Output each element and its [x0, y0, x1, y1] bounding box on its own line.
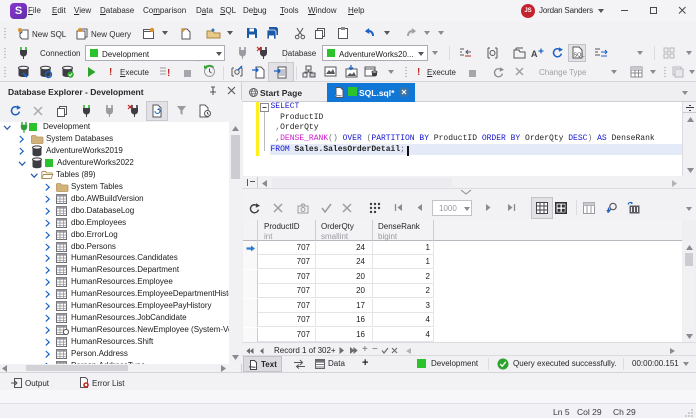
svg-text:SQL: SQL [574, 53, 585, 59]
svg-text:A: A [531, 49, 538, 59]
svg-text:!: ! [167, 68, 170, 79]
